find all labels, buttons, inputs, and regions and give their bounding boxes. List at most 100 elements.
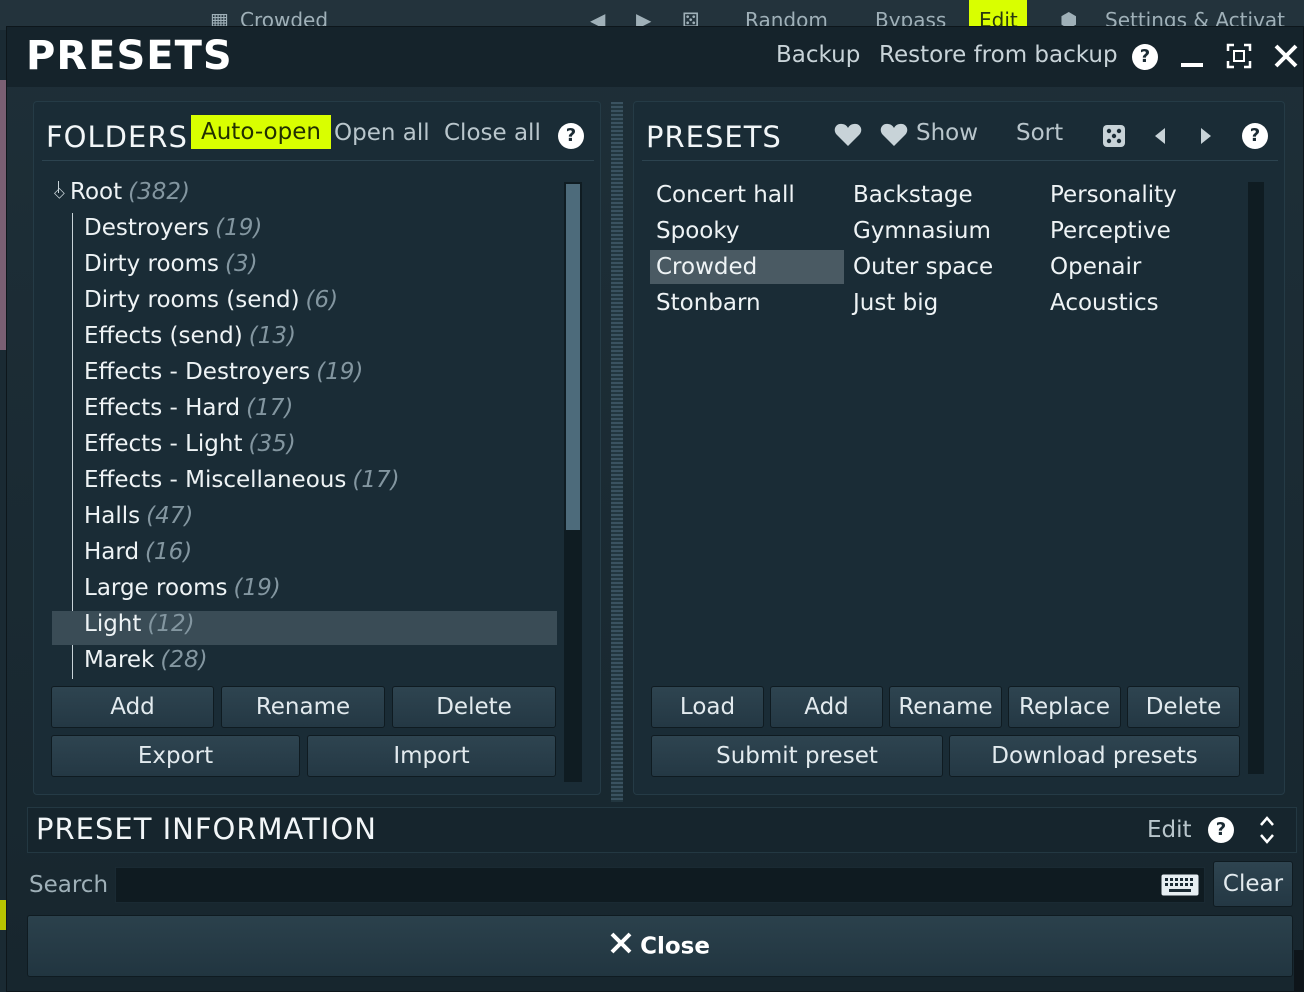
folder-count: (28) (160, 647, 208, 673)
preset-item[interactable]: Concert hall (650, 178, 844, 212)
random-dice-icon[interactable] (1102, 124, 1126, 152)
restore-from-backup-button[interactable]: Restore from backup (879, 42, 1118, 68)
add-folder-button[interactable]: Add (51, 686, 214, 728)
minimize-icon[interactable] (1179, 43, 1205, 69)
folder-item[interactable]: Dirty rooms (send) (6) (52, 287, 338, 321)
preset-item[interactable]: Acoustics (1044, 286, 1238, 320)
preset-information-title: PRESET INFORMATION (36, 812, 377, 846)
folder-item[interactable]: Effects - Destroyers (19) (52, 359, 363, 393)
folders-title: FOLDERS (46, 120, 188, 154)
folder-name: Root (70, 179, 123, 205)
favorite-heart-icon[interactable] (834, 122, 862, 152)
folder-name: Marek (84, 647, 155, 673)
folder-name: Effects - Light (84, 431, 243, 457)
preset-item[interactable]: Stonbarn (650, 286, 844, 320)
folder-count: (17) (246, 395, 294, 421)
folder-item[interactable]: Effects - Light (35) (52, 431, 296, 465)
preset-item[interactable]: Openair (1044, 250, 1238, 284)
submit-preset-button[interactable]: Submit preset (651, 735, 943, 777)
rename-folder-button[interactable]: Rename (221, 686, 385, 728)
maximize-icon[interactable] (1226, 43, 1252, 69)
presets-title: PRESETS (646, 120, 782, 154)
preset-item[interactable]: Spooky (650, 214, 844, 248)
background-edge-right (1294, 950, 1304, 992)
preset-info-edit-button[interactable]: Edit (1147, 817, 1192, 843)
keyboard-icon[interactable] (1161, 874, 1199, 900)
close-all-button[interactable]: Close all (444, 120, 541, 146)
search-input[interactable] (115, 867, 1205, 903)
import-button[interactable]: Import (307, 735, 556, 777)
folder-name: Hard (84, 539, 140, 565)
folder-item[interactable]: Large rooms (19) (52, 575, 281, 609)
auto-open-button[interactable]: Auto-open (191, 115, 331, 149)
next-preset-icon[interactable] (1198, 126, 1214, 150)
load-preset-button[interactable]: Load (651, 686, 764, 728)
delete-folder-button[interactable]: Delete (392, 686, 556, 728)
folder-count: (3) (224, 251, 258, 277)
backup-button[interactable]: Backup (776, 42, 860, 68)
folder-count: (6) (305, 287, 339, 313)
preset-item-selected[interactable]: Crowded (650, 250, 844, 284)
folder-tree: ◇ Root (382) Destroyers (19) Dirty rooms (3… (52, 179, 557, 679)
folder-count: (35) (248, 431, 296, 457)
folder-name: Effects - Miscellaneous (84, 467, 347, 493)
folder-name: Halls (84, 503, 141, 529)
folders-scrollbar[interactable] (564, 182, 582, 782)
folder-count: (19) (233, 575, 281, 601)
root-node-icon: ◇ (54, 185, 65, 201)
preset-item[interactable]: Gymnasium (847, 214, 1041, 248)
folder-item[interactable]: Marek (28) (52, 647, 208, 679)
preset-item[interactable]: Personality (1044, 178, 1238, 212)
folder-count: (19) (316, 359, 364, 385)
folder-count: (17) (352, 467, 400, 493)
folders-panel: FOLDERS Auto-open Open all Close all ? ◇… (33, 101, 601, 795)
folder-item[interactable]: Effects - Miscellaneous (17) (52, 467, 400, 501)
folder-item-selected[interactable]: Light (12) (52, 611, 557, 645)
preset-item[interactable]: Just big (847, 286, 1041, 320)
preset-item[interactable]: Backstage (847, 178, 1041, 212)
preset-item[interactable]: Perceptive (1044, 214, 1238, 248)
folder-item[interactable]: Dirty rooms (3) (52, 251, 258, 285)
close-window-icon[interactable] (1273, 43, 1299, 69)
presets-panel: PRESETS Show Sort ? Concert hall Spooky … (633, 101, 1285, 795)
dialog-titlebar: PRESETS Backup Restore from backup ? (7, 27, 1303, 87)
show-button[interactable]: Show (916, 120, 978, 146)
preset-item[interactable]: Outer space (847, 250, 1041, 284)
folder-item[interactable]: Effects (send) (13) (52, 323, 296, 357)
export-button[interactable]: Export (51, 735, 300, 777)
download-presets-button[interactable]: Download presets (949, 735, 1240, 777)
sort-button[interactable]: Sort (1016, 120, 1063, 146)
delete-preset-button[interactable]: Delete (1127, 686, 1240, 728)
replace-preset-button[interactable]: Replace (1008, 686, 1121, 728)
clear-search-button[interactable]: Clear (1213, 861, 1293, 907)
add-preset-button[interactable]: Add (770, 686, 883, 728)
previous-preset-icon[interactable] (1152, 126, 1168, 150)
open-all-button[interactable]: Open all (334, 120, 430, 146)
presets-scrollbar[interactable] (1248, 182, 1264, 774)
panel-splitter[interactable] (611, 102, 623, 802)
show-favorites-heart-icon[interactable] (880, 122, 908, 152)
search-row: Search Clear (27, 861, 1297, 909)
folder-name: Effects (send) (84, 323, 243, 349)
folder-root[interactable]: ◇ Root (382) (52, 179, 190, 213)
presets-help-icon[interactable]: ? (1242, 123, 1268, 149)
expand-collapse-icon[interactable] (1258, 814, 1276, 850)
folder-item[interactable]: Halls (47) (52, 503, 193, 537)
folder-count: (13) (248, 323, 296, 349)
folders-help-icon[interactable]: ? (558, 123, 584, 149)
folder-item[interactable]: Destroyers (19) (52, 215, 262, 249)
folder-count: (19) (215, 215, 263, 241)
folder-item[interactable]: Effects - Hard (17) (52, 395, 293, 429)
folders-scroll-thumb[interactable] (566, 184, 580, 530)
preset-information-bar[interactable]: PRESET INFORMATION Edit ? (27, 807, 1297, 853)
presets-dialog: PRESETS Backup Restore from backup ? FOL… (6, 26, 1304, 992)
dialog-help-icon[interactable]: ? (1132, 44, 1158, 70)
folder-name: Light (84, 611, 142, 637)
close-dialog-button[interactable]: Close (27, 915, 1293, 977)
folder-item[interactable]: Hard (16) (52, 539, 192, 573)
rename-preset-button[interactable]: Rename (889, 686, 1002, 728)
folder-name: Dirty rooms (84, 251, 219, 277)
presets-header-divider (642, 160, 1278, 161)
folders-header-divider (42, 160, 594, 161)
preset-info-help-icon[interactable]: ? (1208, 817, 1234, 843)
